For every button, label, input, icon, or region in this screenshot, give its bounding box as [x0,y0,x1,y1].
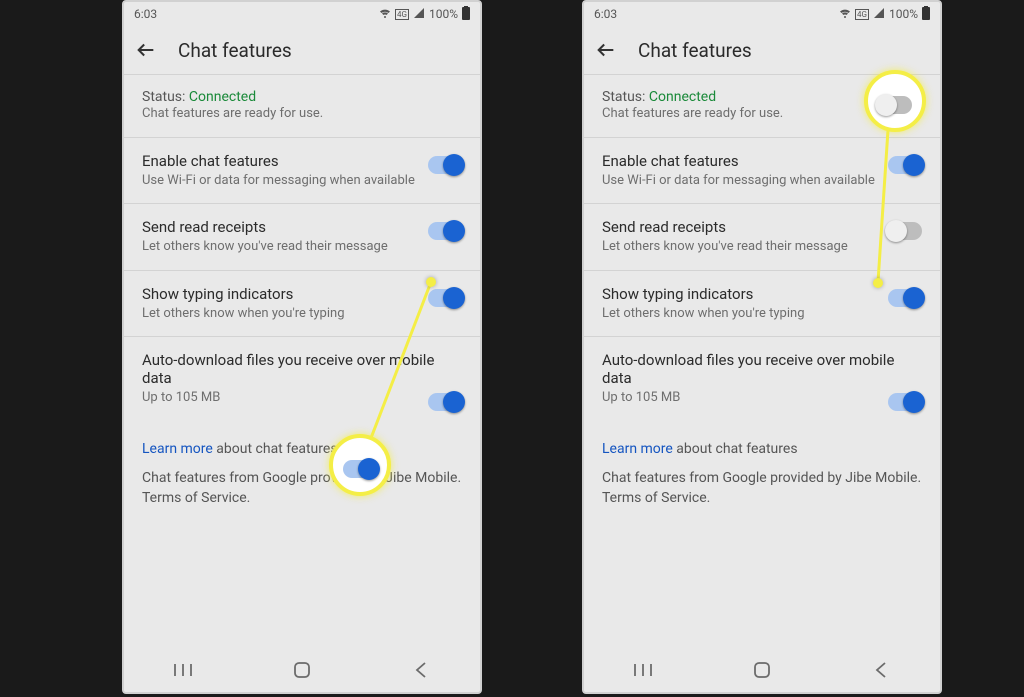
nav-home-icon[interactable] [742,658,782,682]
toggle-enable-chat[interactable] [888,156,922,174]
row-title: Auto-download files you receive over mob… [602,351,922,387]
row-typing-indicators[interactable]: Show typing indicators Let others know w… [584,270,940,337]
back-arrow-icon[interactable] [134,38,158,62]
page-title: Chat features [178,39,292,62]
lte-icon: 4G [395,9,409,20]
toggle-read-receipts[interactable] [888,222,922,240]
learn-more-line: Learn more about chat features [584,425,940,465]
row-enable-chat[interactable]: Enable chat features Use Wi-Fi or data f… [584,137,940,204]
row-title: Enable chat features [602,152,878,170]
learn-more-link[interactable]: Learn more [142,441,213,457]
header: Chat features [584,26,940,74]
row-sub: Let others know you've read their messag… [142,238,418,256]
toggle-auto-download[interactable] [888,393,922,411]
row-title: Show typing indicators [602,285,878,303]
row-title: Send read receipts [602,218,878,236]
toggle-enable-chat[interactable] [428,156,462,174]
learn-more-link[interactable]: Learn more [602,441,673,457]
row-read-receipts[interactable]: Send read receipts Let others know you'v… [124,203,480,270]
callout-dot [873,278,883,288]
row-title: Send read receipts [142,218,418,236]
header: Chat features [124,26,480,74]
callout-toggle-on [343,460,377,478]
nav-bar [124,648,480,692]
battery-percent: 100% [889,7,918,21]
row-enable-chat[interactable]: Enable chat features Use Wi-Fi or data f… [124,137,480,204]
nav-home-icon[interactable] [282,658,322,682]
row-title: Show typing indicators [142,285,418,303]
status-label: Status: [142,89,185,105]
callout-toggle-off [878,96,912,114]
toggle-typing[interactable] [428,289,462,307]
row-sub: Up to 105 MB [142,389,220,407]
row-auto-download[interactable]: Auto-download files you receive over mob… [124,336,480,425]
status-indicators: 4G 100% [379,6,470,23]
battery-percent: 100% [429,7,458,21]
callout-ring [329,434,391,496]
row-title: Enable chat features [142,152,418,170]
status-sub: Chat features are ready for use. [142,105,462,123]
battery-icon [462,6,470,23]
row-sub: Let others know you've read their messag… [602,238,878,256]
nav-back-icon[interactable] [861,658,901,682]
row-sub: Let others know when you're typing [142,305,418,323]
learn-more-rest: about chat features [673,441,798,457]
toggle-typing[interactable] [888,289,922,307]
row-sub: Use Wi-Fi or data for messaging when ava… [602,172,878,190]
callout-ring [864,70,926,132]
screenshot-right: 6:03 4G 100% Chat features [582,0,942,694]
status-value: Connected [649,89,716,105]
status-indicators: 4G 100% [839,6,930,23]
nav-recents-icon[interactable] [623,658,663,682]
clock: 6:03 [594,7,617,21]
row-auto-download[interactable]: Auto-download files you receive over mob… [584,336,940,425]
lte-icon: 4G [855,9,869,20]
row-title: Auto-download files you receive over mob… [142,351,462,387]
signal-icon [873,7,885,22]
row-sub: Use Wi-Fi or data for messaging when ava… [142,172,418,190]
page-title: Chat features [638,39,752,62]
signal-icon [413,7,425,22]
back-arrow-icon[interactable] [594,38,618,62]
callout-dot [426,277,436,287]
toggle-read-receipts[interactable] [428,222,462,240]
toggle-auto-download[interactable] [428,393,462,411]
status-label: Status: [602,89,645,105]
nav-back-icon[interactable] [401,658,441,682]
row-sub: Let others know when you're typing [602,305,878,323]
screenshot-left: 6:03 4G 100% Chat features [122,0,482,694]
status-bar: 6:03 4G 100% [124,2,480,26]
nav-recents-icon[interactable] [163,658,203,682]
nav-bar [584,648,940,692]
learn-more-rest: about chat features [213,441,338,457]
status-bar: 6:03 4G 100% [584,2,940,26]
row-sub: Up to 105 MB [602,389,680,407]
footer-text: Chat features from Google provided by Ji… [584,465,940,524]
wifi-icon [379,7,391,22]
wifi-icon [839,7,851,22]
status-value: Connected [189,89,256,105]
status-section: Status: Connected Chat features are read… [124,74,480,137]
clock: 6:03 [134,7,157,21]
learn-more-line: Learn more about chat features [124,425,480,465]
footer-text: Chat features from Google provided by Ji… [124,465,480,524]
row-read-receipts[interactable]: Send read receipts Let others know you'v… [584,203,940,270]
battery-icon [922,6,930,23]
